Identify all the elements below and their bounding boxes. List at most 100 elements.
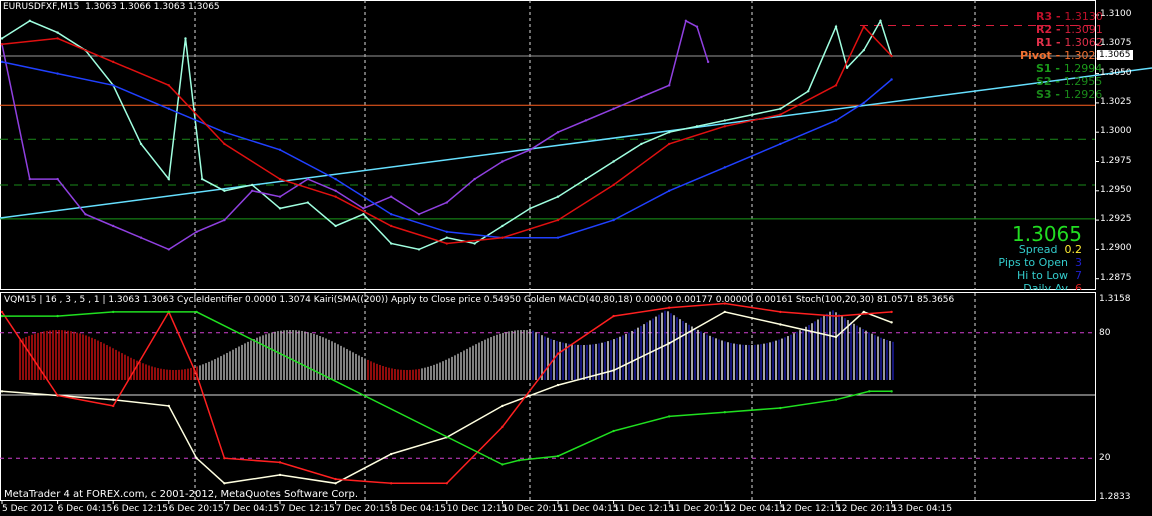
ma-blue-line: [1, 61, 893, 239]
ma-red-point: [612, 183, 615, 187]
ma-red-line: [1, 25, 893, 245]
stoch-main-point: [779, 323, 782, 326]
close-point: [695, 125, 699, 128]
y-tick-label: 1.2975: [1100, 155, 1132, 166]
close-point: [184, 37, 187, 40]
close-point: [584, 177, 587, 181]
pivot-label-s2: S2 - 1.2955: [1036, 75, 1103, 88]
cycle-green-line: [2, 311, 892, 466]
cycle-green-point: [56, 314, 59, 318]
close-point: [834, 25, 838, 28]
stoch-main-point: [556, 383, 560, 387]
info-pips: Pips to Open 3: [998, 256, 1082, 269]
other-symbol-point: [706, 60, 710, 64]
stoch-signal-point: [890, 310, 893, 314]
other-symbol-line: [1, 19, 709, 251]
ma-blue-point: [862, 101, 865, 105]
close-point: [779, 107, 782, 110]
y-tick-label: 1.2900: [1100, 243, 1132, 254]
close-point: [807, 89, 810, 93]
stoch-main-point: [723, 310, 726, 314]
close-point: [501, 224, 504, 228]
close-point: [723, 119, 726, 122]
cycle-green-point: [723, 411, 726, 414]
ma-blue-point: [834, 119, 838, 122]
stoch-main-point: [223, 482, 226, 485]
main-pane-frame: [0, 0, 1096, 290]
stoch-signal-point: [501, 425, 504, 429]
pivot-label-s3: S3 - 1.2926: [1036, 88, 1103, 101]
stoch-main-point: [668, 342, 671, 345]
y-tick-label: 1.3050: [1100, 67, 1132, 78]
cycle-green-point: [195, 310, 198, 314]
cycle-green-point: [167, 310, 170, 314]
stoch-main-point: [501, 404, 504, 408]
close-point: [390, 242, 393, 245]
other-symbol-point: [112, 224, 115, 228]
other-symbol-point: [584, 119, 587, 122]
ma-red-point: [834, 84, 838, 87]
ma-red-point: [56, 37, 59, 40]
pivot-label-r3: R3 - 1.3130: [1036, 10, 1103, 23]
lower-scale-top: 1.3158: [1099, 294, 1131, 304]
ma-blue-point: [334, 177, 337, 181]
chart-canvas: [0, 0, 1152, 504]
ma-blue-point: [390, 213, 393, 216]
lower-scale-80: 80: [1099, 328, 1111, 338]
x-tick-label: 12 Dec 20:15: [836, 504, 897, 514]
close-point: [529, 207, 532, 210]
close-point: [845, 66, 849, 69]
stoch-signal-point: [556, 352, 560, 355]
x-tick-label: 6 Dec 20:15: [168, 504, 224, 514]
stoch-signal-point: [834, 314, 838, 318]
x-tick-label: 13 Dec 04:15: [891, 504, 953, 514]
close-point: [167, 177, 170, 181]
close-line: [1, 19, 893, 251]
stoch-signal-line: [1, 302, 892, 485]
close-point: [879, 19, 882, 23]
ma-red-point: [167, 84, 170, 87]
ma-blue-point: [779, 142, 782, 146]
other-symbol-point: [556, 131, 560, 134]
close-point: [251, 183, 254, 187]
stoch-signal-point: [445, 482, 448, 485]
other-symbol-point: [84, 213, 87, 216]
stoch-signal-point: [223, 457, 226, 460]
cycle-green-point: [834, 398, 838, 401]
x-tick-label: 12 Dec 04:15: [724, 504, 786, 514]
close-point: [56, 31, 59, 34]
y-tick-label: 1.3025: [1100, 96, 1132, 107]
close-point: [751, 113, 754, 116]
other-symbol-point: [306, 177, 309, 181]
ma-blue-point: [112, 84, 115, 87]
cycle-green-point: [890, 390, 893, 393]
cycle-green-point: [556, 454, 560, 458]
ma-blue-point: [723, 166, 726, 169]
stoch-signal-point: [779, 310, 782, 314]
x-tick-label: 5 Dec 2012: [2, 504, 54, 514]
stoch-signal-point: [612, 314, 615, 318]
stoch-main-point: [0, 390, 4, 393]
ma-blue-point: [556, 236, 560, 239]
stoch-main-point: [278, 473, 282, 477]
close-point: [278, 207, 282, 210]
close-point: [28, 19, 31, 23]
other-symbol-point: [695, 25, 699, 28]
y-tick-label: 1.2925: [1100, 214, 1132, 225]
stoch-main-line: [1, 311, 892, 485]
ma-red-point: [501, 236, 504, 239]
cycle-green-point: [0, 314, 4, 318]
stoch-signal-point: [0, 310, 4, 314]
cycle-green-point: [668, 415, 671, 418]
info-spread: Spread 0.2: [1018, 243, 1082, 256]
ma-red-point: [779, 113, 782, 116]
stoch-signal-point: [195, 373, 198, 376]
pivot-label-s1: S1 - 1.2994: [1036, 62, 1103, 75]
x-tick-label: 11 Dec 04:15: [558, 504, 619, 514]
x-tick-label: 11 Dec 20:15: [669, 504, 730, 514]
close-point: [223, 189, 226, 192]
ma-red-point: [223, 142, 226, 146]
other-symbol-point: [640, 95, 643, 99]
indicator-title: VQM15 | 16 , 3 , 5 , 1 | 1.3063 1.3063 C…: [4, 295, 955, 305]
other-symbol-point: [684, 19, 688, 23]
